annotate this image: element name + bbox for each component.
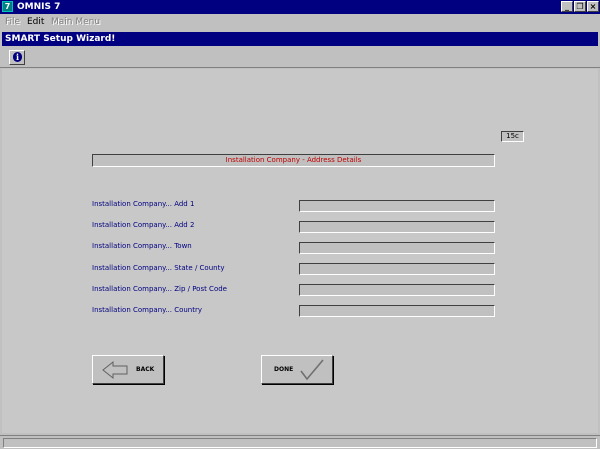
- section-header-title: Installation Company - Address Details: [225, 156, 362, 164]
- omnis-app-icon[interactable]: 7: [2, 1, 13, 12]
- field-label-zip: Installation Company... Zip / Post Code: [92, 285, 227, 293]
- minimize-button[interactable]: _: [561, 1, 573, 12]
- app-title: OMNIS 7: [17, 2, 61, 12]
- address-line-1-input[interactable]: [299, 200, 495, 212]
- done-button[interactable]: DONE: [261, 355, 333, 384]
- toolbar: [0, 46, 600, 68]
- state-county-input[interactable]: [299, 263, 495, 275]
- checkmark-icon: [300, 359, 324, 381]
- field-label-town: Installation Company... Town: [92, 242, 192, 250]
- field-label-add2: Installation Company... Add 2: [92, 221, 195, 229]
- back-button-label: BACK: [136, 366, 155, 373]
- country-input[interactable]: [299, 305, 495, 317]
- town-input[interactable]: [299, 242, 495, 254]
- menu-main-menu[interactable]: Main Menu: [51, 16, 100, 28]
- restore-button[interactable]: ❐: [574, 1, 586, 12]
- status-panel: [3, 438, 597, 448]
- menu-bar: File Edit Main Menu: [0, 14, 600, 30]
- menu-edit[interactable]: Edit: [27, 16, 44, 28]
- address-line-2-input[interactable]: [299, 221, 495, 233]
- done-button-label: DONE: [274, 366, 294, 373]
- wizard-titlebar: SMART Setup Wizard!: [2, 32, 598, 46]
- back-button[interactable]: BACK: [92, 355, 164, 384]
- close-button[interactable]: ×: [587, 1, 599, 12]
- menu-file[interactable]: File: [5, 16, 20, 28]
- page-indicator: 15c: [501, 131, 524, 142]
- section-header: Installation Company - Address Details: [92, 154, 495, 167]
- app-titlebar: 7 OMNIS 7 _ ❐ ×: [0, 0, 600, 14]
- wizard-title: SMART Setup Wizard!: [5, 34, 116, 44]
- field-label-country: Installation Company... Country: [92, 306, 203, 314]
- info-button[interactable]: i: [9, 50, 25, 65]
- field-label-add1: Installation Company... Add 1: [92, 200, 195, 208]
- info-icon: i: [13, 52, 22, 62]
- field-label-state: Installation Company... State / County: [92, 264, 225, 272]
- status-bar: [0, 435, 600, 449]
- zip-post-code-input[interactable]: [299, 284, 495, 296]
- back-arrow-icon: [102, 360, 128, 380]
